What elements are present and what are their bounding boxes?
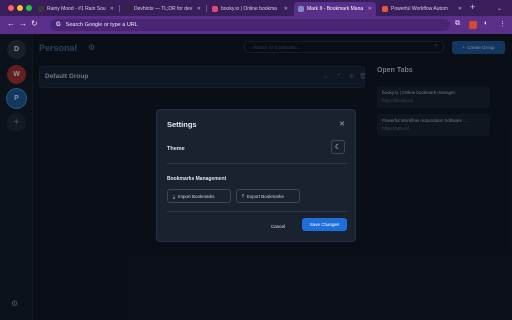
theme-label: Theme (167, 146, 185, 152)
back-arrow-icon[interactable]: ← (7, 19, 15, 28)
tab-close-icon[interactable]: ✕ (284, 6, 288, 12)
browser-toolbar: ← → ↻ G Search Google or type a URL ⧉ ◐ … (0, 16, 512, 34)
extension-badge-icon[interactable] (469, 21, 477, 29)
moon-icon: ☾ (334, 144, 342, 151)
tab-search-chevron-icon[interactable]: ⌄ (497, 5, 502, 12)
browser-tab[interactable]: Rainy Mood - #1 Rain Sou ✕ (34, 2, 118, 16)
modal-title: Settings (167, 120, 197, 129)
export-bookmarks-button[interactable]: ⤒ Export Bookmarks (236, 189, 300, 203)
download-icon: ⤓ (173, 193, 175, 199)
tab-title: booky.io | Online bookma (221, 6, 277, 12)
settings-modal: Settings ✕ Theme ☾ Bookmarks Management … (156, 109, 356, 242)
new-tab-button[interactable]: + (470, 2, 475, 12)
tab-separator (206, 5, 207, 12)
tab-close-icon[interactable]: ✕ (197, 6, 201, 12)
cancel-button[interactable]: Cancel (271, 224, 285, 229)
address-bar[interactable]: G Search Google or type a URL (50, 19, 450, 31)
browser-tab[interactable]: Devhints — TL;DR for dev ✕ (121, 2, 205, 16)
browser-tab[interactable]: Powerful Workflow Autom ✕ (378, 2, 466, 16)
tab-favicon-icon (212, 6, 218, 12)
upload-icon: ⤒ (242, 193, 244, 199)
tab-close-icon[interactable]: ✕ (368, 6, 372, 12)
close-icon[interactable]: ✕ (339, 120, 345, 128)
profile-icon[interactable]: ◐ (484, 20, 488, 27)
tab-title: Rainy Mood - #1 Rain Sou (47, 6, 106, 12)
tab-favicon-icon (125, 6, 131, 12)
tab-title: Devhints — TL;DR for dev (134, 6, 193, 12)
tab-favicon-icon (38, 6, 44, 12)
browser-menu-icon[interactable]: ⋮ (499, 20, 506, 28)
tab-title: Mark It - Bookmark Mana (307, 6, 364, 12)
tab-close-icon[interactable]: ✕ (110, 6, 114, 12)
divider (167, 211, 347, 212)
divider (167, 163, 347, 164)
browser-tab-active[interactable]: Mark It - Bookmark Mana ✕ (294, 2, 376, 16)
theme-toggle-button[interactable]: ☾ (331, 140, 345, 154)
browser-tab-bar: Rainy Mood - #1 Rain Sou ✕ Devhints — TL… (0, 0, 512, 16)
forward-arrow-icon[interactable]: → (19, 19, 27, 28)
reload-icon[interactable]: ↻ (31, 19, 38, 28)
address-bar-text: Search Google or type a URL (65, 22, 138, 28)
extensions-puzzle-icon[interactable]: ⧉ (455, 20, 460, 28)
import-bookmarks-label: Import Bookmarks (178, 193, 215, 199)
save-changes-button[interactable]: Save Changes (302, 218, 347, 231)
import-bookmarks-button[interactable]: ⤓ Import Bookmarks (167, 189, 231, 203)
tab-favicon-icon (382, 6, 388, 12)
tab-favicon-icon (298, 6, 304, 12)
export-bookmarks-label: Export Bookmarks (247, 193, 284, 199)
tab-separator (119, 5, 120, 12)
window-zoom-control[interactable] (26, 5, 32, 11)
google-g-icon: G (56, 22, 61, 28)
browser-tab[interactable]: booky.io | Online bookma ✕ (208, 2, 292, 16)
bookmark-app: D W P + ⚙ Personal ⚙ Search for bookmark… (0, 34, 512, 320)
tab-title: Powerful Workflow Autom (391, 6, 448, 12)
window-minimize-control[interactable] (17, 5, 23, 11)
window-close-control[interactable] (8, 5, 14, 11)
bookmarks-management-label: Bookmarks Management (167, 176, 227, 182)
tab-close-icon[interactable]: ✕ (458, 6, 462, 12)
